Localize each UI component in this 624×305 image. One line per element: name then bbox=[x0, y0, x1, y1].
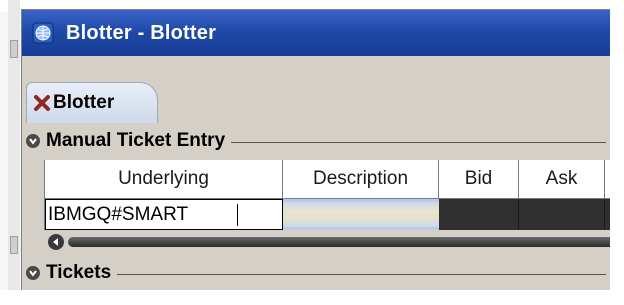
frame-grip bbox=[10, 40, 18, 58]
section-title: Tickets bbox=[46, 262, 112, 283]
blotter-window: Blotter - Blotter Blotter Manual Ticket … bbox=[22, 10, 612, 294]
screenshot-right-edge bbox=[610, 0, 624, 305]
description-cell[interactable] bbox=[283, 199, 439, 230]
underlying-input[interactable] bbox=[48, 203, 268, 226]
screenshot-bottom-edge bbox=[0, 290, 624, 305]
text-caret bbox=[237, 204, 238, 226]
globe-icon bbox=[32, 22, 54, 44]
scroll-left-arrow-icon[interactable] bbox=[48, 234, 64, 250]
manual-ticket-entry-header[interactable]: Manual Ticket Entry bbox=[26, 130, 606, 152]
left-frame bbox=[8, 0, 20, 305]
divider bbox=[231, 141, 606, 143]
ticket-entry-grid: Underlying Description Bid Ask bbox=[44, 160, 612, 230]
title-bar[interactable]: Blotter - Blotter bbox=[22, 10, 612, 56]
frame-grip bbox=[10, 236, 18, 254]
underlying-cell[interactable] bbox=[45, 199, 283, 230]
column-header-bid[interactable]: Bid bbox=[439, 160, 519, 198]
column-header-underlying[interactable]: Underlying bbox=[45, 160, 283, 198]
collapse-chevron-icon[interactable] bbox=[26, 134, 40, 148]
column-header-description[interactable]: Description bbox=[283, 160, 439, 198]
tab-blotter[interactable]: Blotter bbox=[26, 82, 158, 123]
section-title: Manual Ticket Entry bbox=[46, 130, 226, 151]
scrollbar-thumb[interactable] bbox=[68, 237, 612, 247]
bid-cell[interactable] bbox=[439, 199, 519, 230]
window-title: Blotter - Blotter bbox=[66, 21, 217, 44]
horizontal-scrollbar[interactable] bbox=[44, 232, 612, 252]
table-row[interactable] bbox=[45, 199, 612, 230]
ask-cell[interactable] bbox=[519, 199, 605, 230]
tab-strip: Blotter bbox=[22, 56, 612, 130]
collapse-chevron-icon[interactable] bbox=[26, 266, 40, 280]
grid-header: Underlying Description Bid Ask bbox=[45, 160, 612, 199]
column-header-ask[interactable]: Ask bbox=[519, 160, 605, 198]
tab-label: Blotter bbox=[53, 92, 115, 113]
divider bbox=[117, 273, 606, 275]
tickets-header[interactable]: Tickets bbox=[26, 262, 606, 284]
close-x-icon[interactable] bbox=[33, 94, 51, 112]
